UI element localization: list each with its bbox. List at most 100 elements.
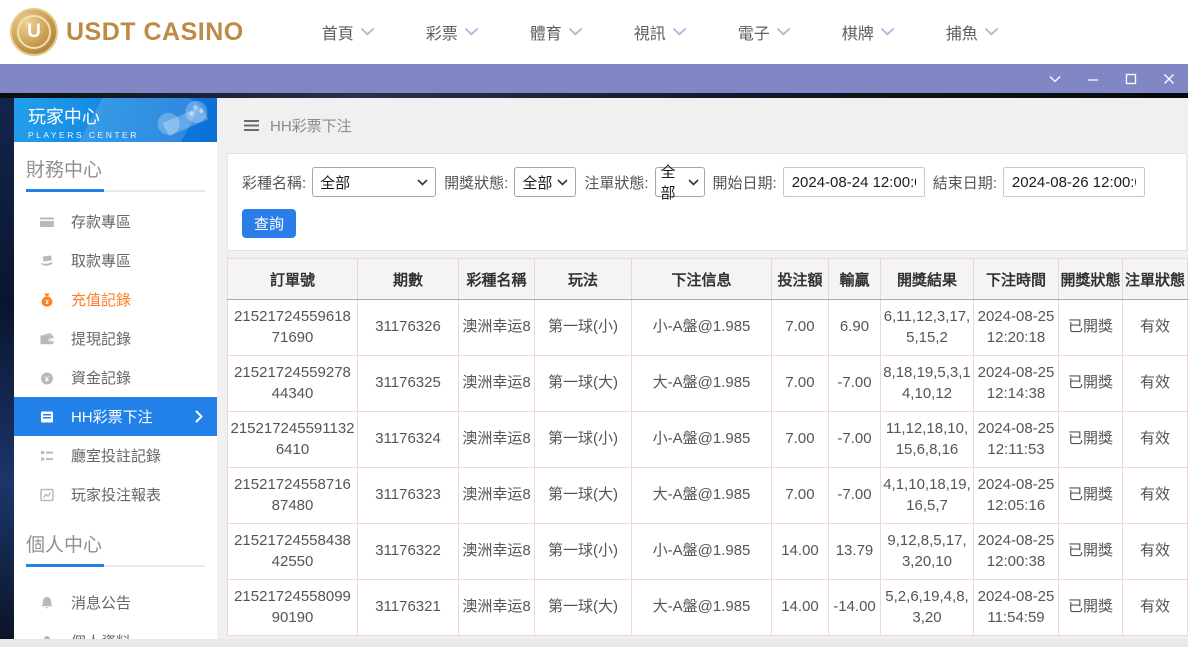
sidebar-item-withdrawal-record[interactable]: 提現記錄	[14, 319, 217, 358]
cell-period: 31176323	[357, 467, 459, 524]
chevron-down-icon	[776, 28, 790, 36]
window-maximize-button[interactable]	[1124, 73, 1138, 85]
bank-card-icon	[38, 214, 56, 230]
cell-draw-status: 已開獎	[1058, 355, 1123, 412]
hamburger-menu-icon[interactable]	[243, 119, 260, 132]
hand-money-icon	[38, 253, 56, 269]
start-date-label: 開始日期:	[712, 174, 777, 192]
nav-item-label: 捕魚	[945, 26, 978, 43]
cell-lottery-name: 澳洲幸运8	[458, 467, 535, 524]
chevron-right-icon	[195, 410, 203, 423]
main-area: HH彩票下注 彩種名稱: 全部 開獎狀態: 全部 注單狀態: 全部 開始日期: …	[217, 98, 1188, 647]
sidebar-item-room-bet-record[interactable]: 廳室投註記錄	[14, 436, 217, 475]
cell-period: 31176322	[357, 523, 459, 580]
cell-win-loss: -14.00	[828, 579, 881, 636]
sidebar-item-label: 存款專區	[70, 214, 131, 231]
sidebar-item-funds-record[interactable]: ¥ 資金記錄	[14, 358, 217, 397]
cell-bet-info: 小-A盤@1.985	[631, 411, 772, 468]
sidebar-item-label: HH彩票下注	[70, 409, 153, 426]
cell-order-status: 有效	[1122, 411, 1188, 468]
cell-bet-time: 2024-08-25 12:14:38	[973, 355, 1059, 412]
sidebar-item-label: 提現記錄	[70, 331, 131, 348]
sidebar-item-label: 資金記錄	[70, 370, 131, 387]
table-row: 2152172455961871690 31176326 澳洲幸运8 第一球(小…	[227, 299, 1188, 356]
cell-lottery-name: 澳洲幸运8	[458, 299, 535, 356]
money-bag-icon: ¥	[38, 292, 56, 308]
cell-draw-status: 已開獎	[1058, 299, 1123, 356]
nav-item-sports[interactable]: 體育	[504, 20, 608, 44]
chevron-down-icon	[688, 178, 699, 186]
cell-win-loss: 13.79	[828, 523, 881, 580]
nav-item-home[interactable]: 首頁	[296, 20, 400, 44]
nav-item-cards[interactable]: 棋牌	[816, 20, 920, 44]
window-minimize-button[interactable]	[1086, 74, 1100, 84]
left-background-strip	[0, 98, 14, 647]
cell-draw-status: 已開獎	[1058, 579, 1123, 636]
nav-item-video[interactable]: 視訊	[608, 20, 712, 44]
personal-menu: 消息公告 個人資料	[14, 583, 217, 647]
cell-order-id: 2152172455911326410	[227, 411, 358, 468]
sidebar-item-hh-lottery-bets[interactable]: HH彩票下注	[13, 397, 217, 436]
close-icon	[1164, 73, 1174, 84]
sidebar-item-player-bet-report[interactable]: 玩家投注報表	[14, 475, 217, 514]
page-title: HH彩票下注	[270, 118, 352, 135]
maximize-icon	[1125, 73, 1137, 84]
cell-order-status: 有效	[1122, 467, 1188, 524]
search-button[interactable]: 查詢	[242, 209, 296, 238]
finance-menu: 存款專區 取款專區 ¥ 充值記錄 提現記錄 ¥ 資金記錄 HH彩票下注 廳室投註…	[13, 202, 217, 514]
cell-bet-info: 大-A盤@1.985	[631, 579, 772, 636]
breadcrumb: HH彩票下注	[227, 98, 1188, 153]
cell-draw-result: 9,12,8,5,17,3,20,10	[880, 523, 974, 580]
sidebar-item-deposit[interactable]: 存款專區	[14, 202, 217, 241]
chevron-down-icon	[464, 28, 478, 36]
cell-bet-time: 2024-08-25 12:00:38	[973, 523, 1059, 580]
sidebar-item-recharge-record[interactable]: ¥ 充值記錄	[14, 280, 217, 319]
main-menu: 首頁 彩票 體育 視訊 電子 棋牌 捕魚	[296, 20, 1024, 44]
start-date-input[interactable]	[782, 167, 925, 197]
chevron-down-icon	[557, 178, 568, 186]
end-date-input[interactable]	[1002, 167, 1145, 197]
nav-item-label: 首頁	[321, 26, 354, 43]
cell-draw-result: 11,12,18,10,15,6,8,16	[880, 411, 974, 468]
sidebar-item-withdraw[interactable]: 取款專區	[14, 241, 217, 280]
cell-order-status: 有效	[1122, 579, 1188, 636]
cell-play-type: 第一球(小)	[534, 523, 632, 580]
bottom-scroll-strip[interactable]	[0, 639, 1188, 647]
chevron-down-icon	[417, 178, 428, 186]
content-area: 玩家中心 PLAYERS CENTER 財務中心 存款專區 取款專區 ¥ 充值記…	[0, 98, 1188, 647]
nav-item-slots[interactable]: 電子	[712, 20, 816, 44]
report-chart-icon	[38, 487, 56, 503]
cell-period: 31176325	[357, 355, 459, 412]
end-date-label: 結束日期:	[932, 174, 997, 192]
cell-draw-status: 已開獎	[1058, 411, 1123, 468]
col-win-loss: 輸贏	[828, 258, 881, 300]
nav-item-label: 棋牌	[841, 26, 874, 43]
sidebar-item-label: 廳室投註記錄	[70, 448, 161, 465]
chevron-down-icon	[568, 28, 582, 36]
cell-play-type: 第一球(大)	[534, 467, 632, 524]
cell-bet-amount: 7.00	[771, 467, 829, 524]
players-center-banner: 玩家中心 PLAYERS CENTER	[13, 98, 217, 142]
bets-table: 訂單號 期數 彩種名稱 玩法 下注信息 投注額 輸贏 開獎結果 下注時間 開獎狀…	[227, 258, 1188, 636]
table-row: 2152172455871687480 31176323 澳洲幸运8 第一球(大…	[227, 467, 1188, 524]
sidebar-item-label: 取款專區	[70, 253, 131, 270]
lottery-name-select[interactable]: 全部	[312, 167, 437, 197]
draw-status-select[interactable]: 全部	[514, 167, 577, 197]
cell-order-id: 2152172455843842550	[227, 523, 358, 580]
table-row: 2152172455927844340 31176325 澳洲幸运8 第一球(大…	[227, 355, 1188, 412]
order-status-select[interactable]: 全部	[654, 164, 705, 202]
col-period: 期數	[357, 258, 459, 300]
chevron-down-icon	[360, 28, 374, 36]
lottery-name-label: 彩種名稱:	[242, 174, 307, 192]
window-dropdown-button[interactable]	[1048, 74, 1062, 84]
cell-bet-time: 2024-08-25 12:11:53	[973, 411, 1059, 468]
minimize-icon	[1088, 78, 1098, 81]
cell-bet-info: 大-A盤@1.985	[631, 467, 772, 524]
brand-logo[interactable]: U USDT CASINO	[10, 8, 244, 56]
nav-item-fishing[interactable]: 捕魚	[920, 20, 1024, 44]
players-center-title: 玩家中心	[27, 107, 100, 127]
nav-item-lottery[interactable]: 彩票	[400, 20, 504, 44]
window-close-button[interactable]	[1162, 73, 1176, 85]
sidebar-item-announcements[interactable]: 消息公告	[14, 583, 217, 622]
cell-play-type: 第一球(小)	[534, 411, 632, 468]
